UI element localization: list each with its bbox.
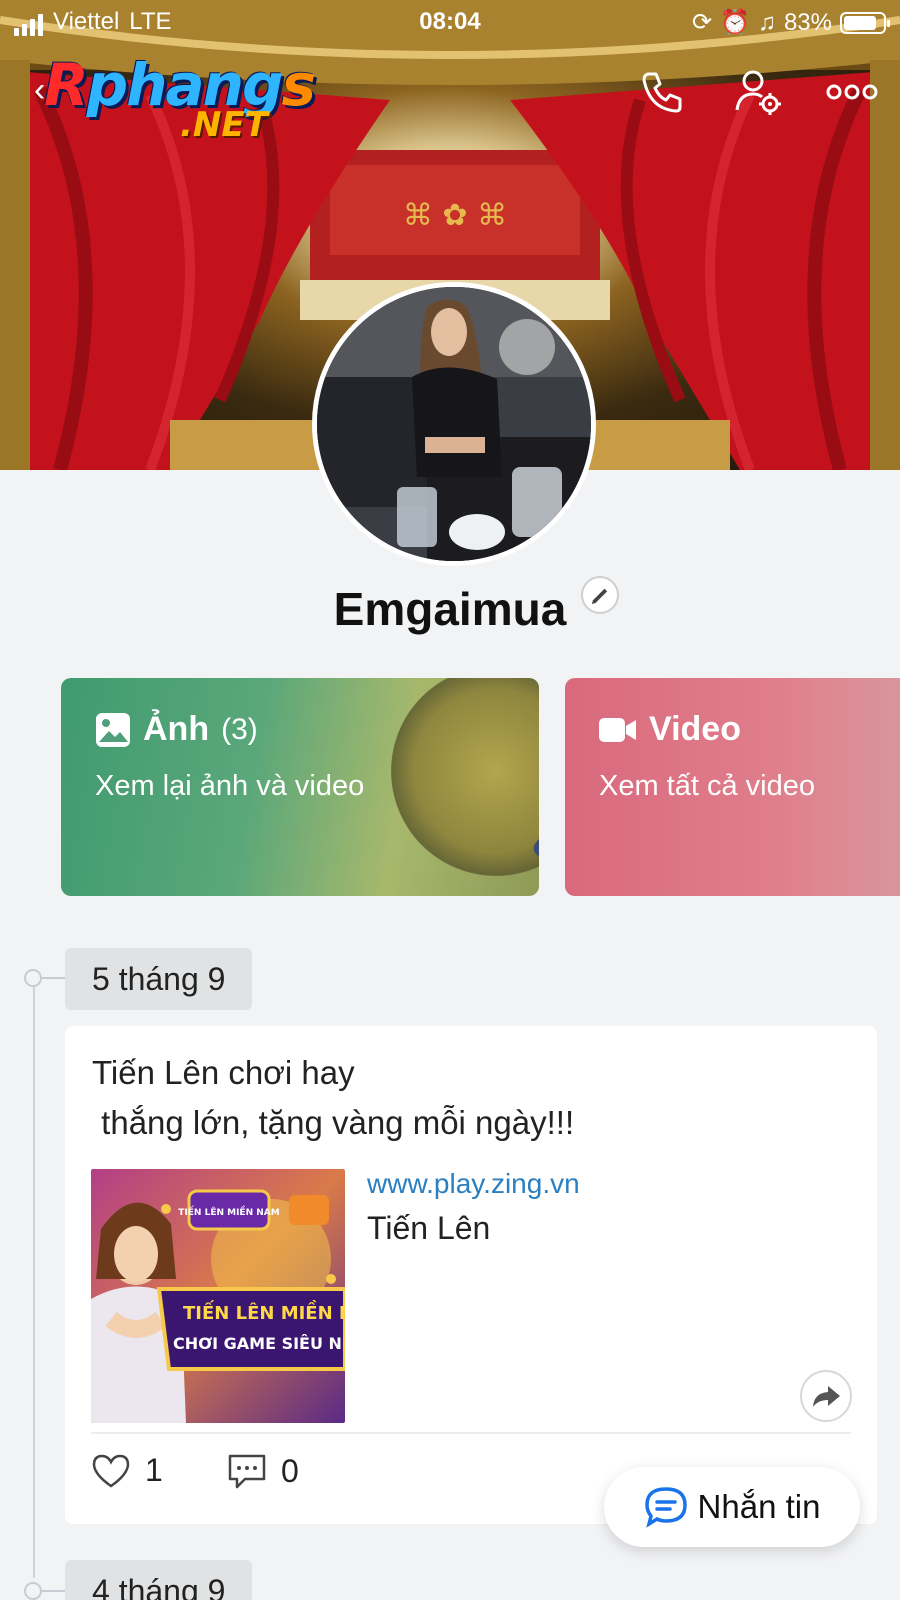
edit-name-button[interactable] — [581, 576, 619, 614]
more-options-button[interactable] — [826, 66, 878, 118]
photos-card-title: Ảnh (3) — [95, 710, 258, 749]
share-button[interactable] — [800, 1370, 852, 1422]
alarm-icon: ⏰ — [720, 9, 750, 36]
comment-count: 0 — [281, 1452, 299, 1489]
orientation-lock-icon: ⟳ — [691, 9, 713, 36]
video-card[interactable]: Video Xem tất cả video — [565, 678, 900, 896]
battery-percent: 83% — [783, 8, 832, 36]
comment-icon — [228, 1454, 266, 1489]
link-preview-title[interactable]: Tiến Lên — [367, 1210, 490, 1247]
watermark-text: Rphangs — [44, 51, 316, 119]
profile-name: Emgaimua — [333, 583, 567, 635]
profile-avatar[interactable] — [312, 282, 596, 566]
share-arrow-icon — [813, 1386, 840, 1407]
post-divider — [91, 1432, 851, 1434]
link-preview-url[interactable]: www.play.zing.vn — [367, 1168, 580, 1200]
headphones-icon: ♫ — [757, 8, 776, 36]
profile-name-row: Emgaimua — [0, 580, 900, 644]
banner-line-1: TIẾN LÊN MIỀN N — [183, 1300, 345, 1324]
photos-card-subtitle: Xem lại ảnh và video — [95, 770, 365, 802]
user-settings-icon — [735, 70, 781, 115]
like-count: 1 — [145, 1452, 163, 1488]
battery-icon — [840, 11, 890, 34]
chat-bubble-icon — [644, 1487, 687, 1528]
comment-button[interactable]: 0 — [227, 1452, 299, 1490]
video-card-title: Video — [599, 710, 741, 749]
banner-line-2: CHƠI GAME SIÊU N — [173, 1334, 342, 1353]
post-text: Tiến Lên chơi hay thắng lớn, tặng vàng m… — [92, 1054, 575, 1141]
heart-icon — [92, 1454, 130, 1488]
timeline-dot — [24, 969, 42, 987]
photos-card[interactable]: Ảnh (3) Xem lại ảnh và video — [61, 678, 539, 896]
avatar-photo — [317, 287, 591, 561]
call-button[interactable] — [636, 66, 688, 118]
video-card-subtitle: Xem tất cả video — [599, 770, 815, 802]
timeline-post[interactable]: Tiến Lên chơi hay thắng lớn, tặng vàng m… — [65, 1026, 877, 1524]
profile-settings-button[interactable] — [733, 66, 785, 118]
like-button[interactable]: 1 — [91, 1452, 163, 1489]
timeline-connector — [42, 977, 66, 979]
timeline-connector — [42, 1590, 66, 1592]
game-banner-image: TIẾN LÊN MIỀN NAM TIẾN LÊN MIỀN N CHƠI G… — [91, 1169, 345, 1423]
link-preview-thumbnail[interactable]: TIẾN LÊN MIỀN NAM TIẾN LÊN MIỀN N CHƠI G… — [91, 1169, 345, 1423]
card-background-image — [391, 678, 539, 876]
video-title: Video — [649, 710, 741, 748]
message-button[interactable]: Nhắn tin — [604, 1467, 860, 1547]
message-button-label: Nhắn tin — [697, 1488, 821, 1525]
status-bar: Viettel LTE 08:04 ⟳ ⏰ ♫ 83% — [0, 0, 900, 46]
photos-title: Ảnh — [143, 710, 210, 748]
photos-count: (3) — [221, 712, 258, 746]
phone-icon — [642, 72, 682, 113]
svg-text:⌘ ✿ ⌘: ⌘ ✿ ⌘ — [403, 198, 507, 233]
timeline-dot — [24, 1582, 42, 1600]
image-icon — [96, 712, 130, 747]
date-chip: 5 tháng 9 — [65, 948, 253, 1010]
video-camera-icon — [599, 717, 636, 742]
pencil-icon — [591, 588, 608, 604]
more-icon — [826, 84, 878, 100]
date-chip: 4 tháng 9 — [65, 1560, 253, 1600]
timeline-line — [33, 978, 35, 1578]
watermark-logo: Rphangs .NET — [44, 51, 316, 142]
